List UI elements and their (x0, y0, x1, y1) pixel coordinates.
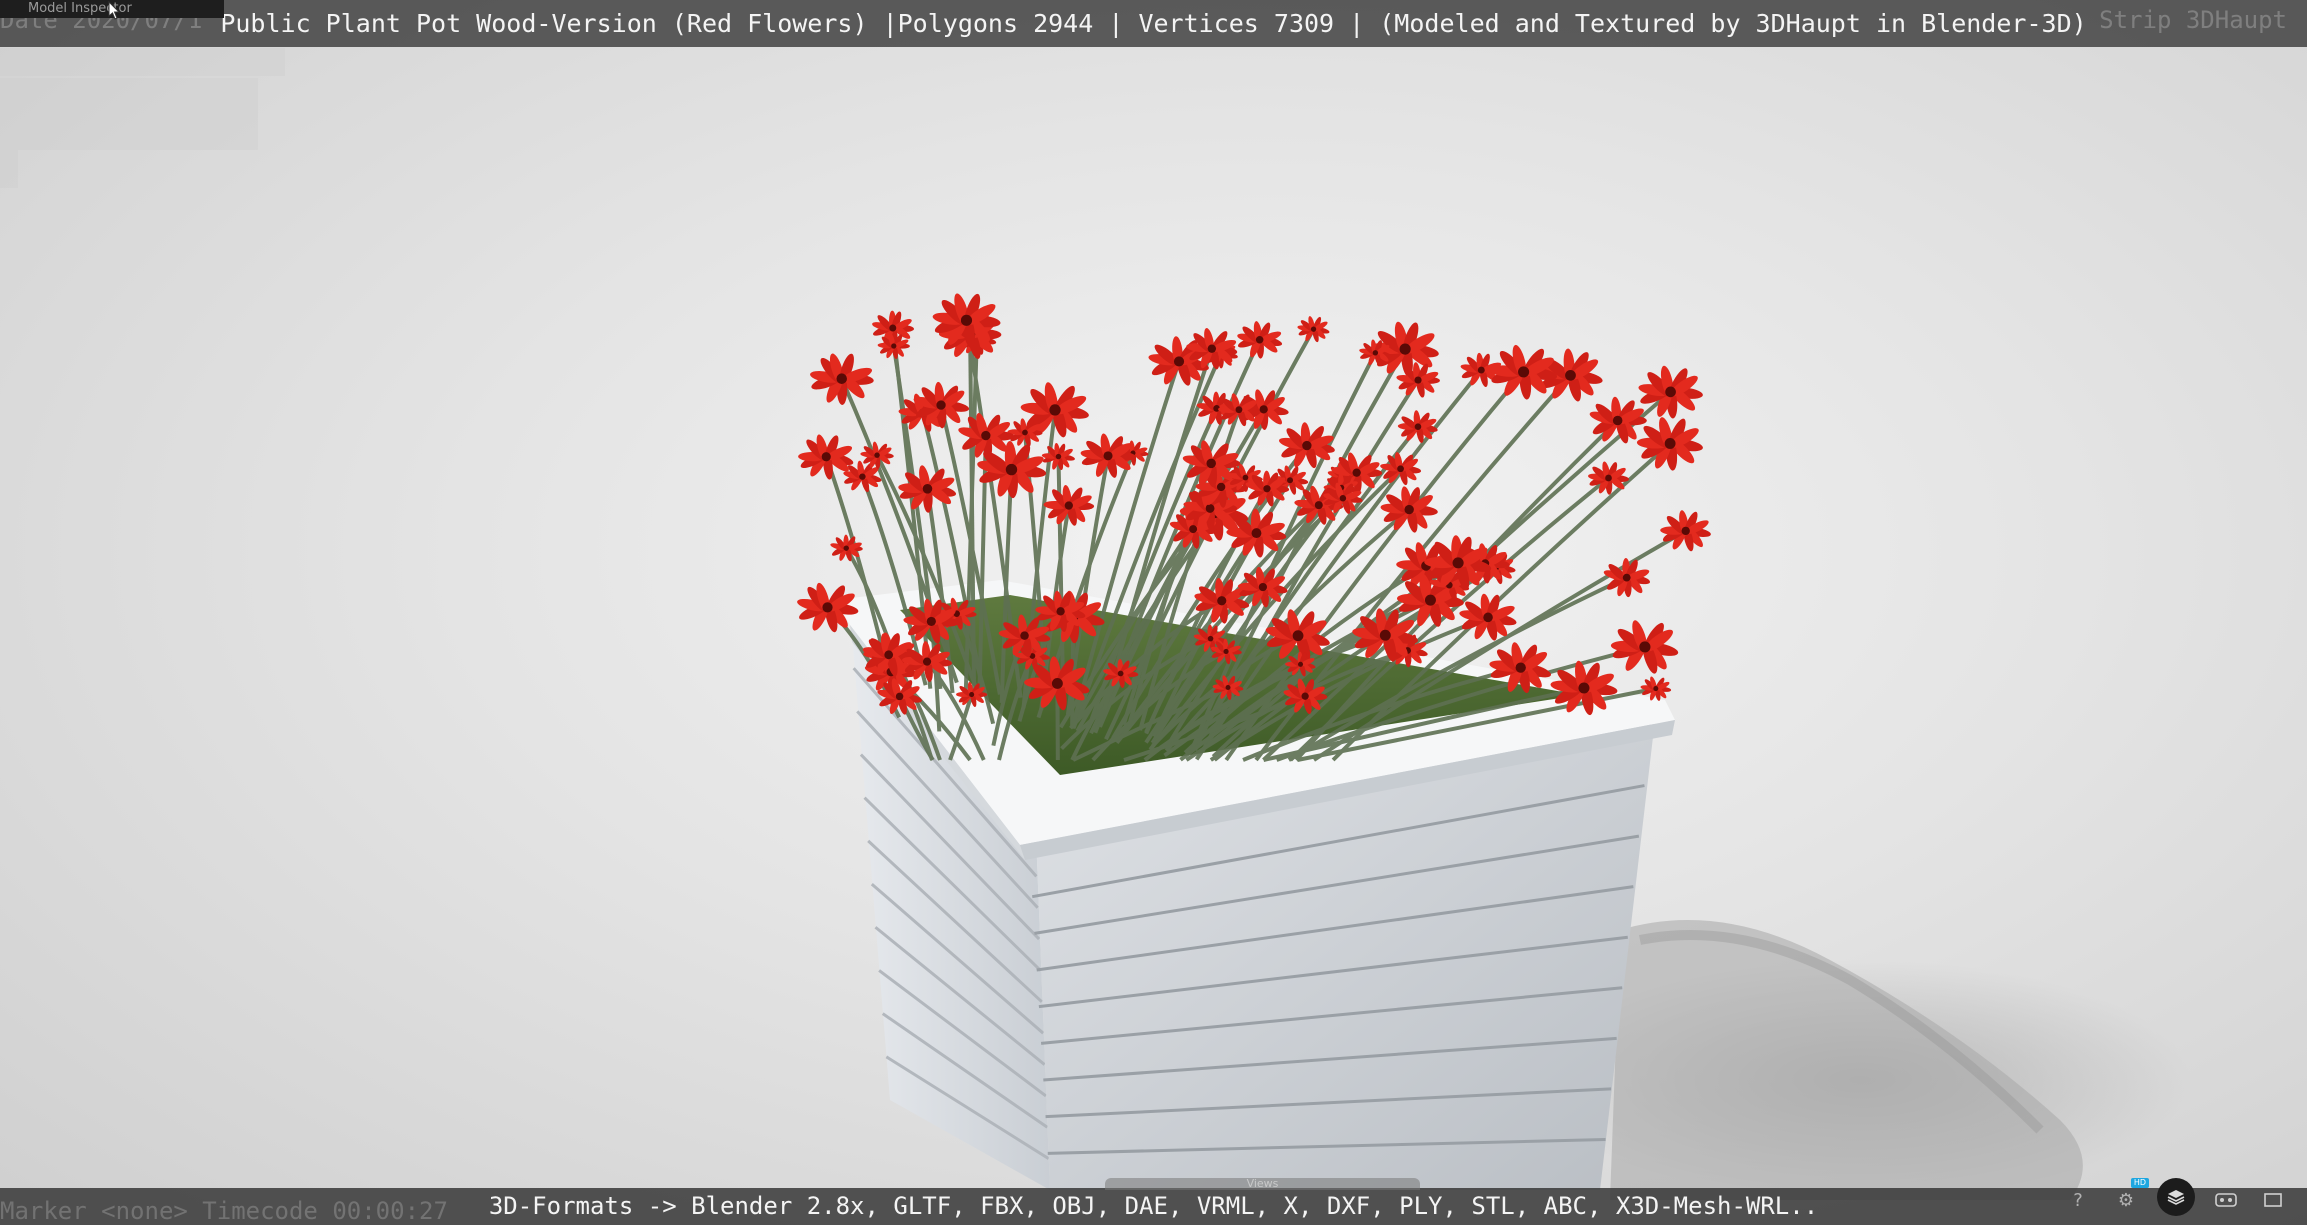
vr-headset-icon[interactable] (2212, 1186, 2240, 1214)
flower-head (913, 381, 970, 429)
hd-badge[interactable]: HD (2131, 1178, 2149, 1188)
flower-head (810, 353, 874, 405)
help-icon[interactable]: ? (2064, 1186, 2092, 1214)
flower-head (1603, 558, 1651, 598)
flower-head (1397, 410, 1438, 443)
flower-head (1080, 433, 1136, 478)
overlay-panel (0, 48, 285, 76)
model-title-caption: Public Plant Pot Wood-Version (Red Flowe… (220, 9, 2087, 38)
gear-icon[interactable]: ⚙ (2112, 1186, 2140, 1214)
layers-icon[interactable] (2157, 1178, 2195, 1216)
overlay-panel (0, 150, 18, 188)
3d-viewport[interactable]: Date 2020/07/1 Strip 3DHaupt Public Plan… (0, 0, 2307, 1225)
plant-pot-model[interactable] (0, 0, 2307, 1225)
flower-head (1237, 321, 1283, 359)
flower-head (1660, 510, 1711, 552)
formats-caption: 3D-Formats -> Blender 2.8x, GLTF, FBX, O… (488, 1192, 1819, 1220)
mouse-cursor-icon (108, 0, 121, 20)
fullscreen-icon[interactable] (2259, 1186, 2287, 1214)
flower-head (1278, 422, 1335, 469)
overlay-panel (0, 78, 258, 150)
flower-head (797, 582, 859, 633)
flower-head (1489, 344, 1558, 400)
flower-head (1297, 316, 1330, 343)
flower-head (1043, 485, 1095, 526)
floor-shadow (1530, 920, 2190, 1200)
flower-head (1610, 620, 1679, 674)
flower-head (860, 441, 894, 469)
flower-head (1396, 362, 1440, 398)
